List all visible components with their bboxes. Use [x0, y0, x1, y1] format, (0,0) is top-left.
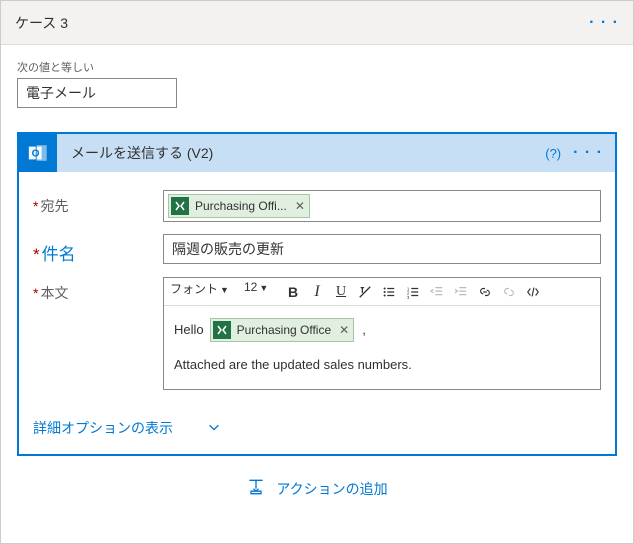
- body-label: *本文: [33, 277, 163, 303]
- field-row-to: *宛先 Purchasing Offi... ✕: [33, 190, 601, 222]
- advanced-label: 詳細オプションの表示: [33, 418, 173, 438]
- help-icon[interactable]: (?): [545, 146, 561, 161]
- add-action-label: アクションの追加: [276, 479, 387, 499]
- font-size-label: 12: [244, 280, 257, 294]
- bullet-list-button[interactable]: [378, 281, 400, 303]
- body-token[interactable]: Purchasing Office ✕: [210, 318, 355, 342]
- subject-label-text: 件名: [42, 245, 76, 264]
- condition-value-input[interactable]: [17, 78, 177, 108]
- font-family-label: フォント: [170, 282, 218, 296]
- add-action-button[interactable]: アクションの追加: [246, 478, 387, 499]
- unlink-button[interactable]: [498, 281, 520, 303]
- to-token-remove[interactable]: ✕: [295, 199, 305, 213]
- add-action-row: アクションの追加: [17, 456, 617, 499]
- field-row-body: *本文 フォント▼ 12▼ B I U 123: [33, 277, 601, 390]
- case-title: ケース 3: [15, 13, 68, 33]
- chevron-down-icon: [207, 420, 221, 437]
- to-token-label: Purchasing Offi...: [195, 199, 287, 213]
- show-advanced-options[interactable]: 詳細オプションの表示: [19, 408, 615, 454]
- case-body: 次の値と等しい O メールを送信する (V2) (?) · · · *宛先: [1, 45, 633, 513]
- action-titlebar[interactable]: O メールを送信する (V2) (?) · · ·: [19, 134, 615, 172]
- body-label-text: 本文: [40, 285, 68, 301]
- case-header: ケース 3 · · ·: [1, 1, 633, 45]
- italic-button[interactable]: I: [306, 281, 328, 303]
- outlook-icon: O: [19, 134, 57, 172]
- subject-input[interactable]: [163, 234, 601, 264]
- excel-icon: [171, 197, 189, 215]
- case-container: ケース 3 · · · 次の値と等しい O メールを送信する (V2) (?) …: [0, 0, 634, 544]
- number-list-button[interactable]: 123: [402, 281, 424, 303]
- body-content[interactable]: Hello Purchasing Office ✕ ,: [164, 306, 600, 389]
- svg-text:3: 3: [407, 295, 410, 299]
- action-fields: *宛先 Purchasing Offi... ✕: [19, 172, 615, 408]
- case-menu-button[interactable]: · · ·: [589, 14, 619, 32]
- body-text-hello: Hello: [174, 318, 204, 343]
- body-editor: フォント▼ 12▼ B I U 123: [163, 277, 601, 390]
- excel-icon: [213, 321, 231, 339]
- link-button[interactable]: [474, 281, 496, 303]
- code-view-button[interactable]: [522, 281, 544, 303]
- bold-button[interactable]: B: [282, 281, 304, 303]
- action-menu-button[interactable]: · · ·: [573, 144, 603, 162]
- body-text-line2: Attached are the updated sales numbers.: [174, 353, 590, 378]
- to-label: *宛先: [33, 190, 163, 216]
- to-label-text: 宛先: [40, 198, 68, 214]
- action-title: メールを送信する (V2): [57, 143, 545, 163]
- to-input[interactable]: Purchasing Offi... ✕: [163, 190, 601, 222]
- body-token-label: Purchasing Office: [237, 319, 332, 342]
- add-action-icon: [246, 478, 266, 499]
- clear-format-button[interactable]: [354, 281, 376, 303]
- outdent-button[interactable]: [426, 281, 448, 303]
- body-token-remove[interactable]: ✕: [339, 319, 349, 342]
- condition-label: 次の値と等しい: [17, 59, 617, 75]
- send-email-action-card: O メールを送信する (V2) (?) · · · *宛先: [17, 132, 617, 456]
- font-size-select[interactable]: 12▼: [242, 280, 280, 304]
- body-text-comma: ,: [362, 318, 366, 343]
- font-family-select[interactable]: フォント▼: [168, 280, 240, 304]
- rte-toolbar: フォント▼ 12▼ B I U 123: [164, 278, 600, 306]
- to-token[interactable]: Purchasing Offi... ✕: [168, 194, 310, 218]
- subject-label: *件名: [33, 234, 163, 265]
- field-row-subject: *件名: [33, 234, 601, 265]
- svg-text:O: O: [32, 149, 40, 160]
- underline-button[interactable]: U: [330, 281, 352, 303]
- indent-button[interactable]: [450, 281, 472, 303]
